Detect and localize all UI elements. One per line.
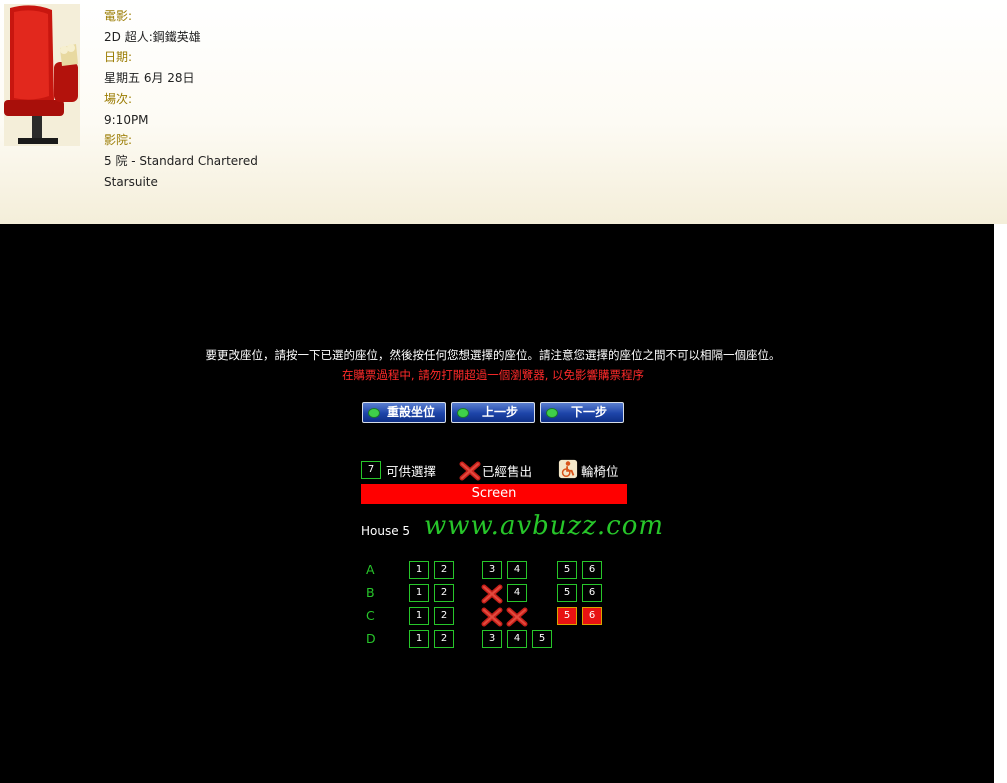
seat-c1[interactable]: 1 xyxy=(409,607,429,625)
seat-c5[interactable]: 5 xyxy=(557,607,577,625)
seat-a6[interactable]: 6 xyxy=(582,561,602,579)
legend-available-label: 可供選擇 xyxy=(386,464,437,479)
cinema-value-line2: Starsuite xyxy=(104,174,158,189)
screen-indicator: Screen xyxy=(361,484,627,504)
seat-a1[interactable]: 1 xyxy=(409,561,429,579)
seat-d1[interactable]: 1 xyxy=(409,630,429,648)
green-dot-icon xyxy=(457,408,469,418)
legend-sold-x-icon xyxy=(459,461,481,481)
instruction-text: 要更改座位，請按一下已選的座位，然後按任何您想選擇的座位。請注意您選擇的座位之間… xyxy=(205,348,781,362)
green-dot-icon xyxy=(368,408,380,418)
cinema-label: 影院: xyxy=(104,133,133,148)
reset-seats-button[interactable]: 重設坐位 xyxy=(362,402,446,423)
seat-c2[interactable]: 2 xyxy=(434,607,454,625)
green-dot-icon xyxy=(546,408,558,418)
seat-b5[interactable]: 5 xyxy=(557,584,577,602)
sold-seat-x-icon xyxy=(506,607,528,627)
house-label: House 5 xyxy=(361,524,411,538)
seat-b1[interactable]: 1 xyxy=(409,584,429,602)
date-label: 日期: xyxy=(104,50,133,65)
wheelchair-icon xyxy=(558,459,578,479)
cinema-value-line1: 5 院 - Standard Chartered xyxy=(104,153,258,168)
row-label-d: D xyxy=(366,631,376,646)
film-value: 2D 超人:鋼鐵英雄 xyxy=(104,29,201,44)
film-label: 電影: xyxy=(104,9,133,23)
seat-d5[interactable]: 5 xyxy=(532,630,552,648)
movie-info-panel: 電影: 2D 超人:鋼鐵英雄 日期: 星期五 6月 28日 場次: 9:10PM… xyxy=(0,0,1007,224)
row-label-b: B xyxy=(366,585,375,600)
legend-wheelchair-label: 輪椅位 xyxy=(581,464,619,479)
legend-available-seat-icon: 7 xyxy=(361,461,381,479)
movie-details: 電影: 2D 超人:鋼鐵英雄 日期: 星期五 6月 28日 場次: 9:10PM… xyxy=(104,6,258,192)
row-label-a: A xyxy=(366,562,375,577)
watermark-text: www.avbuzz.com xyxy=(424,511,665,541)
seat-c6[interactable]: 6 xyxy=(582,607,602,625)
seat-a2[interactable]: 2 xyxy=(434,561,454,579)
seat-b6[interactable]: 6 xyxy=(582,584,602,602)
showtime-label: 場次: xyxy=(104,91,133,106)
seat-a3[interactable]: 3 xyxy=(482,561,502,579)
sold-seat-x-icon xyxy=(481,607,503,627)
seat-b2[interactable]: 2 xyxy=(434,584,454,602)
back-button[interactable]: 上一步 xyxy=(451,402,535,423)
legend-sold-label: 已經售出 xyxy=(482,464,533,479)
sold-seat-x-icon xyxy=(481,584,503,604)
seat-a5[interactable]: 5 xyxy=(557,561,577,579)
seat-d4[interactable]: 4 xyxy=(507,630,527,648)
next-button[interactable]: 下一步 xyxy=(540,402,624,423)
date-value: 星期五 6月 28日 xyxy=(104,71,195,86)
seat-d3[interactable]: 3 xyxy=(482,630,502,648)
page-margin xyxy=(994,224,1007,783)
seat-d2[interactable]: 2 xyxy=(434,630,454,648)
row-label-c: C xyxy=(366,608,375,623)
warning-text: 在購票過程中, 請勿打開超過一個瀏覽器, 以免影響購票程序 xyxy=(341,368,645,382)
showtime-value: 9:10PM xyxy=(104,112,149,127)
seat-b4[interactable]: 4 xyxy=(507,584,527,602)
seat-a4[interactable]: 4 xyxy=(507,561,527,579)
cinema-seat-image xyxy=(4,4,80,146)
